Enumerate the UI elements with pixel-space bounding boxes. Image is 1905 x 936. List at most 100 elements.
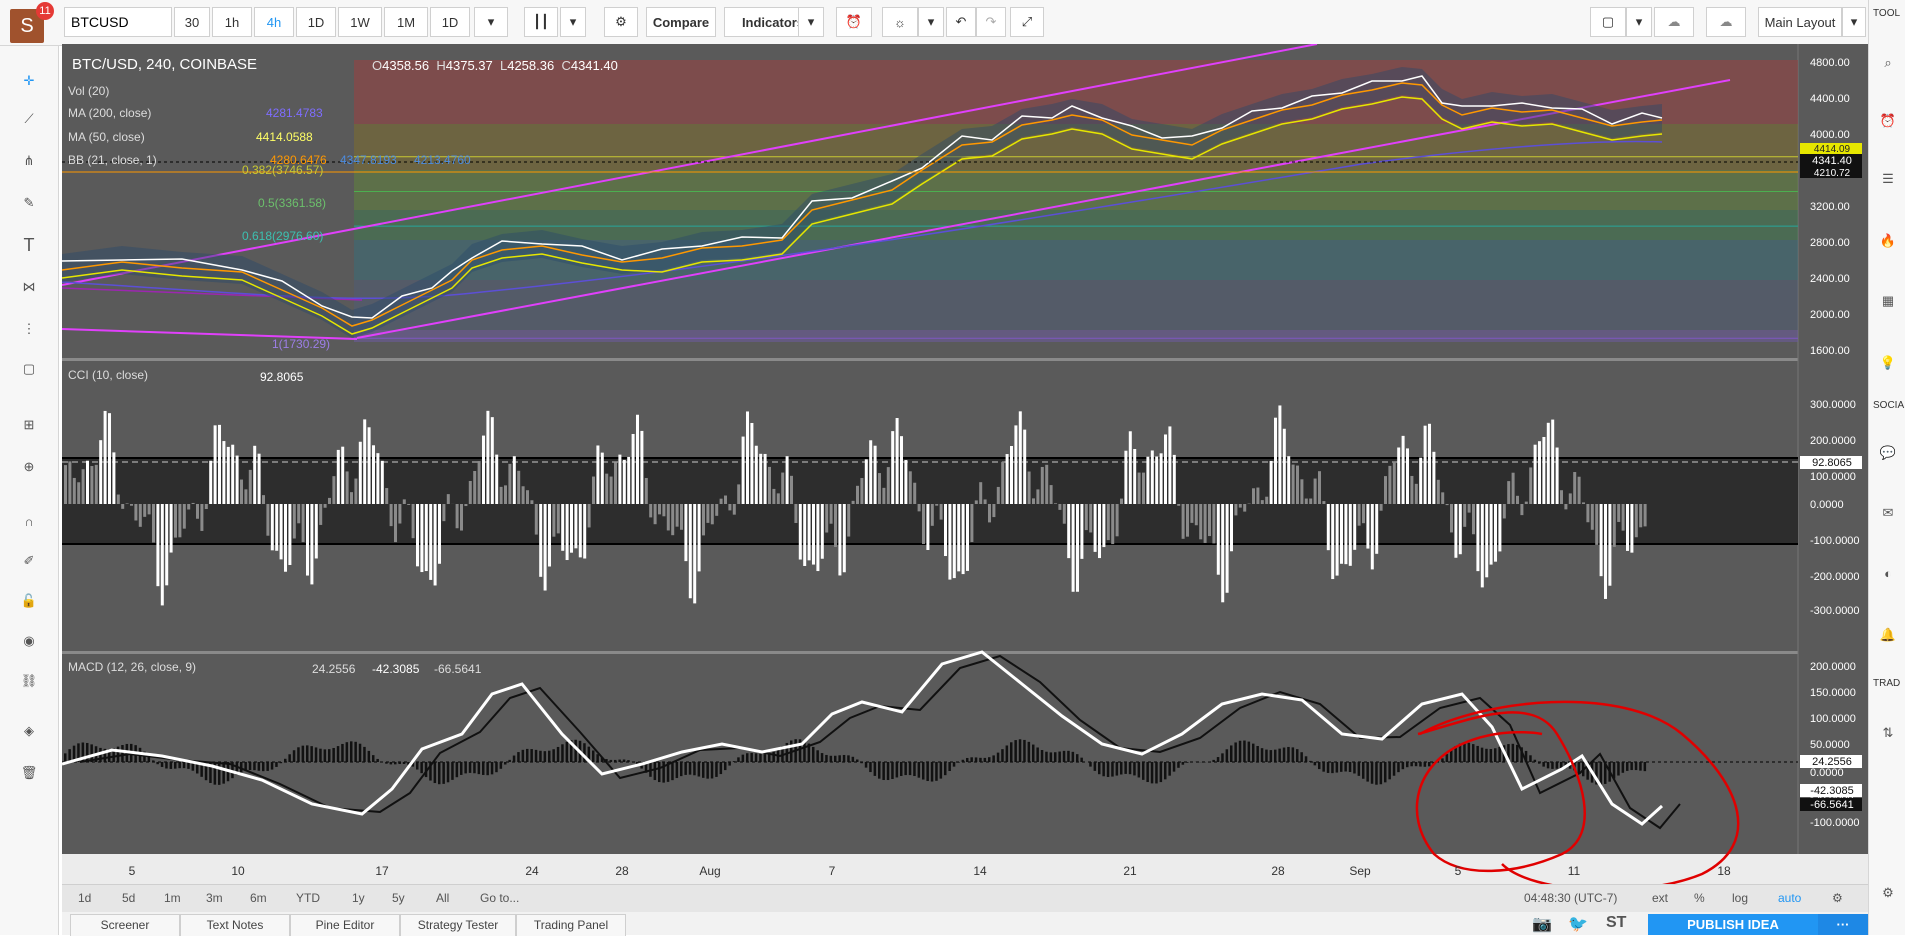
range-3m[interactable]: 3m (206, 891, 223, 905)
fullscreen-button[interactable]: ⤢ (1010, 7, 1044, 37)
tab-screener[interactable]: Screener (70, 914, 180, 936)
tab-pine-editor[interactable]: Pine Editor (290, 914, 400, 936)
eye-icon[interactable]: ◉ (14, 626, 44, 656)
ext-hours-toggle[interactable]: ext (1652, 891, 1668, 905)
shape-icon[interactable]: ▢ (14, 354, 44, 384)
crosshair-icon[interactable]: ✛ (14, 66, 44, 96)
calendar-icon[interactable]: ▦ (1875, 288, 1901, 314)
interval-30-button[interactable]: 30 (174, 7, 210, 37)
macd-hist-bar (759, 754, 762, 762)
chart-style-dropdown[interactable]: ▾ (560, 7, 586, 37)
chart-canvas[interactable]: 4800.004400.004000.003600.003200.002800.… (62, 44, 1868, 884)
alert-button[interactable]: ⏰ (836, 7, 872, 37)
cci-bar (1072, 504, 1075, 592)
tab-strategy-tester[interactable]: Strategy Tester (400, 914, 516, 936)
chart-style-button[interactable]: ┃┃ (524, 7, 558, 37)
text-tool-icon[interactable]: T (14, 230, 44, 260)
pattern-icon[interactable]: ⋈ (14, 272, 44, 302)
interval-1d-custom-button[interactable]: 1D (430, 7, 470, 37)
more-intervals-button[interactable]: ▾ (474, 7, 508, 37)
lock-icon[interactable]: 🔓 (14, 586, 44, 616)
publish-idea-button[interactable]: PUBLISH IDEA (1648, 914, 1818, 935)
twitter-icon[interactable]: 🐦 (1568, 914, 1588, 934)
trash-icon[interactable]: 🗑 (14, 758, 44, 788)
lock-drawing-icon[interactable]: ✐ (14, 546, 44, 576)
pitchfork-icon[interactable]: ⋔ (14, 146, 44, 176)
auto-scale-toggle[interactable]: auto (1778, 891, 1801, 905)
macd-study-label[interactable]: MACD (12, 26, close, 9) (68, 660, 196, 674)
watchlist-icon[interactable]: ⌕ (1875, 50, 1901, 76)
indicators-dropdown[interactable]: ▾ (798, 7, 824, 37)
chart-symbol-title[interactable]: BTC/USD, 240, COINBASE (72, 56, 257, 73)
ma200-study-label[interactable]: MA (200, close) (68, 106, 151, 120)
gear-icon[interactable]: ⚙ (1832, 891, 1843, 905)
camera-icon[interactable]: 📷 (1532, 914, 1552, 934)
pane-divider[interactable] (62, 651, 1868, 654)
range-ytd[interactable]: YTD (296, 891, 320, 905)
layout-grid-button[interactable]: ▢ (1590, 7, 1626, 37)
more-menu-button[interactable]: ··· (1818, 914, 1868, 935)
range-5y[interactable]: 5y (392, 891, 405, 905)
macd-hist-bar (627, 760, 630, 762)
link-icon[interactable]: ⛓ (14, 666, 44, 696)
cci-study-label[interactable]: CCI (10, close) (68, 368, 148, 382)
trading-icon[interactable]: ⇅ (1875, 720, 1901, 746)
tab-text-notes[interactable]: Text Notes (180, 914, 290, 936)
chat-icon[interactable]: 💬 (1875, 440, 1901, 466)
undo-button[interactable]: ↶ (946, 7, 976, 37)
layers-icon[interactable]: ◈ (14, 716, 44, 746)
compare-button[interactable]: Compare (646, 7, 716, 37)
vol-study-label[interactable]: Vol (20) (68, 84, 109, 98)
layout-dropdown[interactable]: ▾ (1842, 7, 1866, 37)
bottom-tool-icon[interactable]: ⚙ (1875, 880, 1901, 906)
interval-4h-button[interactable]: 4h (254, 7, 294, 37)
percent-scale-toggle[interactable]: % (1694, 891, 1705, 905)
interval-1h-button[interactable]: 1h (212, 7, 252, 37)
settings-button[interactable]: ⚙ (604, 7, 638, 37)
cci-bar (728, 504, 731, 510)
range-1d[interactable]: 1d (78, 891, 91, 905)
symbol-search-input[interactable] (64, 7, 172, 37)
prediction-icon[interactable]: ⋮ (14, 314, 44, 344)
layout-name-button[interactable]: Main Layout (1758, 7, 1842, 37)
interval-1w-button[interactable]: 1W (338, 7, 382, 37)
messages-icon[interactable]: ✉ (1875, 500, 1901, 526)
interval-1d-button[interactable]: 1D (296, 7, 336, 37)
cci-bar (513, 456, 516, 504)
tab-trading-panel[interactable]: Trading Panel (516, 914, 626, 936)
zoom-in-icon[interactable]: ⊕ (14, 452, 44, 482)
range-1y[interactable]: 1y (352, 891, 365, 905)
brush-icon[interactable]: ✎ (14, 188, 44, 218)
hotlist-icon[interactable]: 🔥 (1875, 228, 1901, 254)
range-1m[interactable]: 1m (164, 891, 181, 905)
data-window-icon[interactable]: ☰ (1875, 166, 1901, 192)
redo-button[interactable]: ↷ (976, 7, 1006, 37)
interval-1m-button[interactable]: 1M (384, 7, 428, 37)
price-axis[interactable]: 4800.004400.004000.003600.003200.002800.… (1810, 57, 1850, 357)
bb-study-label[interactable]: BB (21, close, 1) (68, 153, 157, 167)
measure-icon[interactable]: ⊞ (14, 410, 44, 440)
ma50-study-label[interactable]: MA (50, close) (68, 130, 145, 144)
range-6m[interactable]: 6m (250, 891, 267, 905)
range-all[interactable]: All (436, 891, 449, 905)
trend-line-icon[interactable]: ⟋ (14, 104, 44, 134)
save-layout-button[interactable]: ☁ (1706, 7, 1746, 37)
range-5d[interactable]: 5d (122, 891, 135, 905)
clock[interactable]: 04:48:30 (UTC-7) (1524, 891, 1617, 905)
alerts-icon[interactable]: ⏰ (1875, 108, 1901, 134)
load-layout-button[interactable]: ☁ (1654, 7, 1694, 37)
replay-dropdown[interactable]: ▾ (918, 7, 944, 37)
log-scale-toggle[interactable]: log (1732, 891, 1748, 905)
magnet-icon[interactable]: ∩ (14, 506, 44, 536)
goto-date-button[interactable]: Go to... (480, 891, 519, 905)
ideas-icon[interactable]: 💡 (1875, 350, 1901, 376)
replay-button[interactable]: ☼ (882, 7, 918, 37)
notifications-icon[interactable]: 🔔 (1875, 622, 1901, 648)
layout-grid-dropdown[interactable]: ▾ (1626, 7, 1652, 37)
streams-icon[interactable]: ◐ (1875, 560, 1901, 586)
pane-divider[interactable] (62, 358, 1868, 361)
cci-bar (1476, 504, 1479, 571)
notification-badge[interactable]: 11 (36, 2, 54, 20)
cci-bar (447, 494, 450, 504)
stocktwits-icon[interactable]: ST (1606, 914, 1626, 932)
